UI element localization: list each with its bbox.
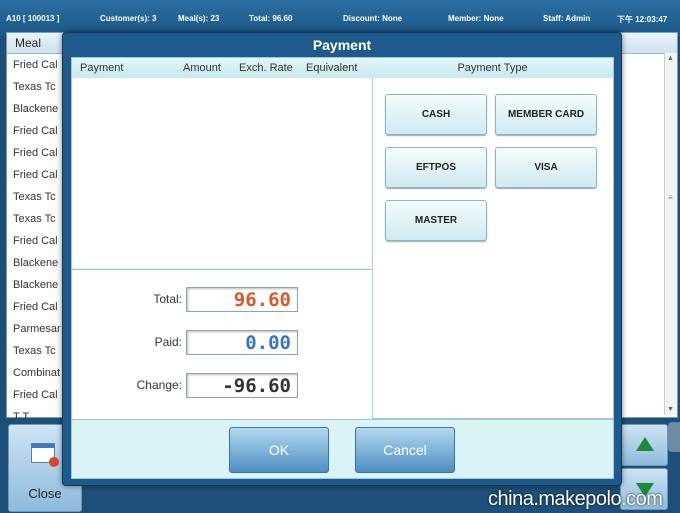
list-item[interactable]: Texas Tc [7, 340, 67, 362]
paid-field[interactable]: 0.00 [186, 330, 298, 355]
eftpos-button[interactable]: EFTPOS [385, 147, 487, 188]
list-item[interactable]: Blackene [7, 274, 67, 296]
member-status: Member: None [448, 14, 504, 23]
ok-button[interactable]: OK [229, 427, 329, 473]
clock: 下午 12:03:47 [617, 15, 668, 24]
meal-list-scrollbar[interactable]: ▲ ≡ ▼ [664, 53, 677, 415]
change-label: Change: [136, 378, 182, 392]
list-item[interactable]: Texas Tc [7, 186, 67, 208]
change-field: -96.60 [186, 373, 298, 398]
cancel-button[interactable]: Cancel [355, 427, 455, 473]
dialog-footer: OK Cancel [71, 419, 614, 479]
payment-table: Payment Amount Exch. Rate Equivalent [72, 58, 373, 268]
master-button[interactable]: MASTER [385, 200, 487, 241]
member-card-button[interactable]: MEMBER CARD [495, 94, 597, 135]
dialog-title: Payment [312, 37, 372, 53]
scroll-thumb-icon[interactable]: ≡ [668, 193, 673, 202]
staff-name: Staff: Admin [543, 14, 591, 23]
payment-dialog: Payment Payment Amount Exch. Rate Equiva… [62, 32, 622, 486]
list-item[interactable]: Parmesar [7, 318, 67, 340]
customer-count: Customer(s): 3 [100, 14, 157, 23]
paid-label: Paid: [154, 335, 182, 349]
discount-status: Discount: None [343, 14, 403, 23]
meal-column-header: Meal [15, 36, 42, 50]
meal-count: Meal(s): 23 [178, 14, 220, 23]
scroll-up-icon[interactable]: ▲ [667, 55, 674, 62]
cash-button[interactable]: CASH [385, 94, 487, 135]
list-item[interactable]: Fried Cal [7, 54, 67, 76]
total-label: Total: [153, 292, 182, 306]
page-up-button[interactable] [620, 424, 668, 466]
list-item[interactable]: Fried Cal [7, 164, 67, 186]
status-bar: A10 [ 100013 ] Customer(s): 3 Meal(s): 2… [0, 0, 680, 36]
side-tab[interactable] [668, 422, 680, 452]
table-number: A10 [ 100013 ] [6, 14, 60, 23]
scroll-down-icon[interactable]: ▼ [667, 406, 674, 413]
arrow-up-icon [636, 437, 654, 451]
dialog-body: Payment Amount Exch. Rate Equivalent Pay… [71, 57, 614, 419]
col-exch-rate: Exch. Rate [239, 62, 293, 74]
payment-type-panel: CASH MEMBER CARD EFTPOS VISA MASTER [373, 78, 613, 418]
list-item[interactable]: Fried Cal [7, 120, 67, 142]
bill-total: Total: 96.60 [249, 14, 293, 23]
list-item[interactable]: Blackene [7, 252, 67, 274]
list-item[interactable]: Fried Cal [7, 230, 67, 252]
payment-type-header: Payment Type [372, 58, 613, 78]
col-payment: Payment [80, 62, 124, 74]
list-item[interactable]: Fried Cal [7, 142, 67, 164]
totals-panel: Total: 96.60 Paid: 0.00 Change: -96.60 [72, 269, 373, 419]
total-field: 96.60 [186, 287, 298, 312]
meal-rows: Fried Cal Texas Tc Blackene Fried Cal Fried … [7, 54, 67, 428]
list-item[interactable]: Texas Tc [7, 76, 67, 98]
col-equivalent: Equivalent [306, 62, 358, 74]
close-window-icon [31, 443, 59, 467]
list-item[interactable]: Texas Tc [7, 208, 67, 230]
col-amount: Amount [183, 62, 221, 74]
list-item[interactable]: Fried Cal [7, 296, 67, 318]
visa-button[interactable]: VISA [495, 147, 597, 188]
list-item[interactable]: Blackene [7, 98, 67, 120]
watermark: china.makepolo.com [488, 488, 663, 510]
list-item[interactable]: Fried Cal [7, 384, 67, 406]
list-item[interactable]: Combinat [7, 362, 67, 384]
payment-table-header: Payment Amount Exch. Rate Equivalent [72, 58, 372, 78]
close-button-label: Close [28, 486, 62, 501]
